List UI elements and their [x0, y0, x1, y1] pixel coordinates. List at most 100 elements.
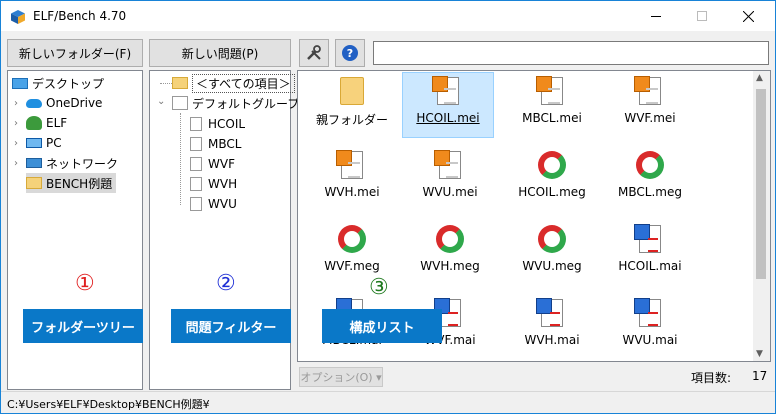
- tree-item-onedrive[interactable]: OneDrive: [26, 93, 102, 113]
- annotation-folder-tree: フォルダーツリー: [23, 309, 143, 343]
- list-scrollbar[interactable]: ▲ ▼: [753, 71, 770, 361]
- filter-all-items[interactable]: ＜すべての項目＞: [172, 73, 295, 93]
- list-item-label: 親フォルダー: [315, 113, 388, 127]
- annotation-number-3: ③: [369, 275, 389, 300]
- mai-file-icon: [434, 298, 461, 327]
- mei-file-icon: [336, 150, 363, 179]
- filter-item-label: HCOIL: [208, 117, 246, 131]
- mai-file-icon: [634, 298, 661, 327]
- filter-item-label: WVF: [208, 157, 235, 171]
- tree-item-label: OneDrive: [46, 96, 103, 110]
- list-item-mbcl-mei[interactable]: MBCL.mei: [506, 73, 598, 139]
- list-item-label: MBCL.mei: [522, 111, 582, 125]
- maximize-button[interactable]: [679, 1, 725, 31]
- list-item-wvu-mai[interactable]: WVU.mai: [604, 295, 696, 361]
- tree-item-label: BENCH例題: [46, 176, 113, 191]
- window-title: ELF/Bench 4.70: [33, 9, 127, 23]
- mei-file-icon: [634, 76, 661, 105]
- folder-icon: [172, 77, 188, 89]
- search-input[interactable]: [373, 41, 769, 65]
- tree-connector: [160, 83, 172, 84]
- document-icon: [190, 177, 202, 191]
- tree-item-label: PC: [46, 136, 62, 150]
- meg-file-icon: [636, 151, 664, 179]
- filter-problem-mbcl[interactable]: MBCL: [190, 135, 241, 153]
- list-item-label: WVH.mei: [324, 185, 380, 199]
- help-button[interactable]: ?: [335, 39, 365, 67]
- tree-item-label: ELF: [46, 116, 68, 130]
- status-bar: C:¥Users¥ELF¥Desktop¥BENCH例題¥: [1, 391, 775, 413]
- collapse-arrow-icon[interactable]: ⌄: [157, 96, 165, 107]
- scroll-down-icon[interactable]: ▼: [756, 349, 763, 359]
- meg-file-icon: [436, 225, 464, 253]
- tree-connector: [180, 113, 181, 205]
- document-icon: [190, 197, 202, 211]
- expand-arrow-icon[interactable]: ›: [14, 118, 18, 129]
- expand-arrow-icon[interactable]: ›: [14, 98, 18, 109]
- mai-file-icon: [634, 224, 661, 253]
- annotation-component-list: 構成リスト: [322, 309, 442, 343]
- list-item-label: WVH.mai: [524, 333, 580, 347]
- list-item-wvh-mai[interactable]: WVH.mai: [506, 295, 598, 361]
- annotation-number-2: ②: [216, 271, 236, 296]
- list-item-hcoil-mei[interactable]: HCOIL.mei: [402, 72, 494, 138]
- filter-default-group[interactable]: デフォルトグループ: [172, 93, 299, 113]
- tree-item-network[interactable]: ネットワーク: [26, 153, 118, 173]
- scrollbar-thumb[interactable]: [756, 89, 766, 279]
- filter-problem-wvu[interactable]: WVU: [190, 195, 237, 213]
- scroll-up-icon[interactable]: ▲: [756, 73, 763, 83]
- maximize-icon: [697, 11, 707, 21]
- annotation-number-1: ①: [75, 271, 95, 296]
- filter-problem-wvf[interactable]: WVF: [190, 155, 235, 173]
- expand-arrow-icon[interactable]: ›: [14, 138, 18, 149]
- expand-arrow-icon[interactable]: ›: [14, 158, 18, 169]
- options-button[interactable]: オプション(O) ▾: [299, 367, 383, 387]
- tree-item-pc[interactable]: PC: [26, 133, 62, 153]
- filter-problem-wvh[interactable]: WVH: [190, 175, 237, 193]
- list-item-label: WVF.meg: [324, 259, 380, 273]
- document-icon: [190, 157, 202, 171]
- list-item-wvu-meg[interactable]: WVU.meg: [506, 221, 598, 287]
- tree-item-desktop[interactable]: デスクトップ: [12, 73, 104, 93]
- close-button[interactable]: [725, 1, 771, 31]
- list-item-wvh-mei[interactable]: WVH.mei: [306, 147, 398, 213]
- list-item-hcoil-mai[interactable]: HCOIL.mai: [604, 221, 696, 287]
- list-item-label: WVH.meg: [420, 259, 480, 273]
- list-item-mbcl-meg[interactable]: MBCL.meg: [604, 147, 696, 213]
- item-count-label: 項目数:: [691, 371, 732, 385]
- tools-button[interactable]: [299, 39, 329, 67]
- list-item-label: HCOIL.meg: [518, 185, 586, 199]
- svg-text:?: ?: [347, 47, 353, 60]
- new-folder-button[interactable]: 新しいフォルダー(F): [7, 39, 143, 67]
- minimize-button[interactable]: [633, 1, 679, 31]
- filter-item-label: WVU: [208, 197, 237, 211]
- new-problem-button[interactable]: 新しい問題(P): [149, 39, 291, 67]
- folder-icon: [26, 177, 42, 189]
- list-item-label: WVU.mai: [622, 333, 678, 347]
- status-path: C:¥Users¥ELF¥Desktop¥BENCH例題¥: [7, 398, 210, 411]
- minimize-icon: [651, 15, 661, 17]
- app-window: ELF/Bench 4.70 新しいフォルダー(F) 新しい問題(P) ? デス…: [0, 0, 776, 414]
- list-item-label: WVU.mei: [422, 185, 478, 199]
- annotation-problem-filter: 問題フィルター: [171, 309, 291, 343]
- list-item-wvf-mei[interactable]: WVF.mei: [604, 73, 696, 139]
- close-icon: [742, 10, 754, 22]
- filter-problem-hcoil[interactable]: HCOIL: [190, 115, 245, 133]
- item-count-value: 17: [752, 369, 768, 383]
- document-icon: [190, 117, 202, 131]
- list-item-wvu-mei[interactable]: WVU.mei: [404, 147, 496, 213]
- list-item-label: HCOIL.mai: [618, 259, 682, 273]
- tree-item-bench[interactable]: BENCH例題: [26, 173, 117, 193]
- list-item-wvh-meg[interactable]: WVH.meg: [404, 221, 496, 287]
- meg-file-icon: [538, 151, 566, 179]
- list-item-parent-folder[interactable]: 親フォルダー: [306, 73, 398, 139]
- title-bar[interactable]: ELF/Bench 4.70: [1, 1, 775, 31]
- list-item-label: WVU.meg: [522, 259, 582, 273]
- list-item-hcoil-meg[interactable]: HCOIL.meg: [506, 147, 598, 213]
- pc-icon: [26, 138, 42, 148]
- tree-item-label: ネットワーク: [46, 156, 119, 171]
- app-logo-icon: [11, 10, 25, 24]
- folder-icon: [340, 77, 364, 105]
- filter-item-label: デフォルトグループ: [192, 96, 300, 111]
- tree-item-elf[interactable]: ELF: [26, 113, 67, 133]
